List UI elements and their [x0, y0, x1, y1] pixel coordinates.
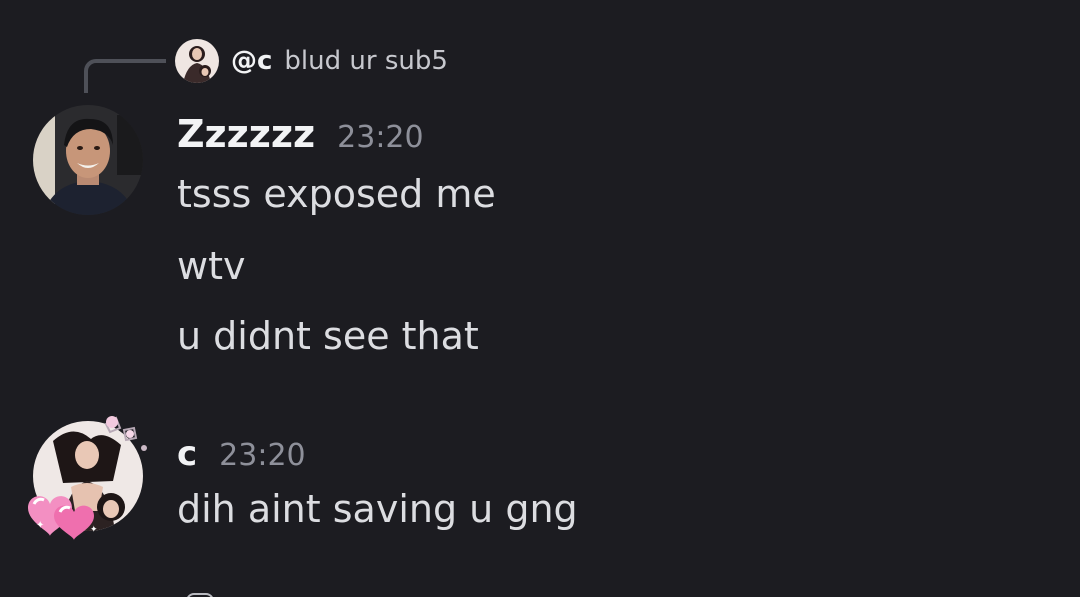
chat-screen: @c blud ur sub5 Zzzzzz 23:20 tsss expose…	[0, 0, 1080, 597]
reply-preview[interactable]: @c blud ur sub5	[175, 39, 448, 83]
message-text[interactable]: wtv	[177, 244, 245, 288]
svg-text:✦: ✦	[36, 520, 44, 531]
message-text[interactable]: tsss exposed me	[177, 172, 496, 216]
message-timestamp: 23:20	[219, 438, 306, 473]
author-name[interactable]: Zzzzzz	[177, 112, 315, 156]
message-header: c 23:20	[177, 434, 306, 474]
author-name[interactable]: c	[177, 434, 197, 474]
reply-connector-line	[84, 59, 166, 93]
message-timestamp: 23:20	[337, 120, 424, 155]
message-text[interactable]: dih aint saving u gng	[177, 487, 578, 531]
avatar-c[interactable]	[33, 421, 143, 531]
message-header: Zzzzzz 23:20	[177, 112, 424, 156]
next-message-avatar-peek	[186, 593, 214, 597]
avatar-zzzzzz[interactable]	[33, 105, 143, 215]
reply-author[interactable]: @c	[231, 46, 272, 76]
reply-preview-text[interactable]: blud ur sub5	[284, 46, 447, 76]
message-text[interactable]: u didnt see that	[177, 314, 479, 358]
reply-avatar[interactable]	[175, 39, 219, 83]
